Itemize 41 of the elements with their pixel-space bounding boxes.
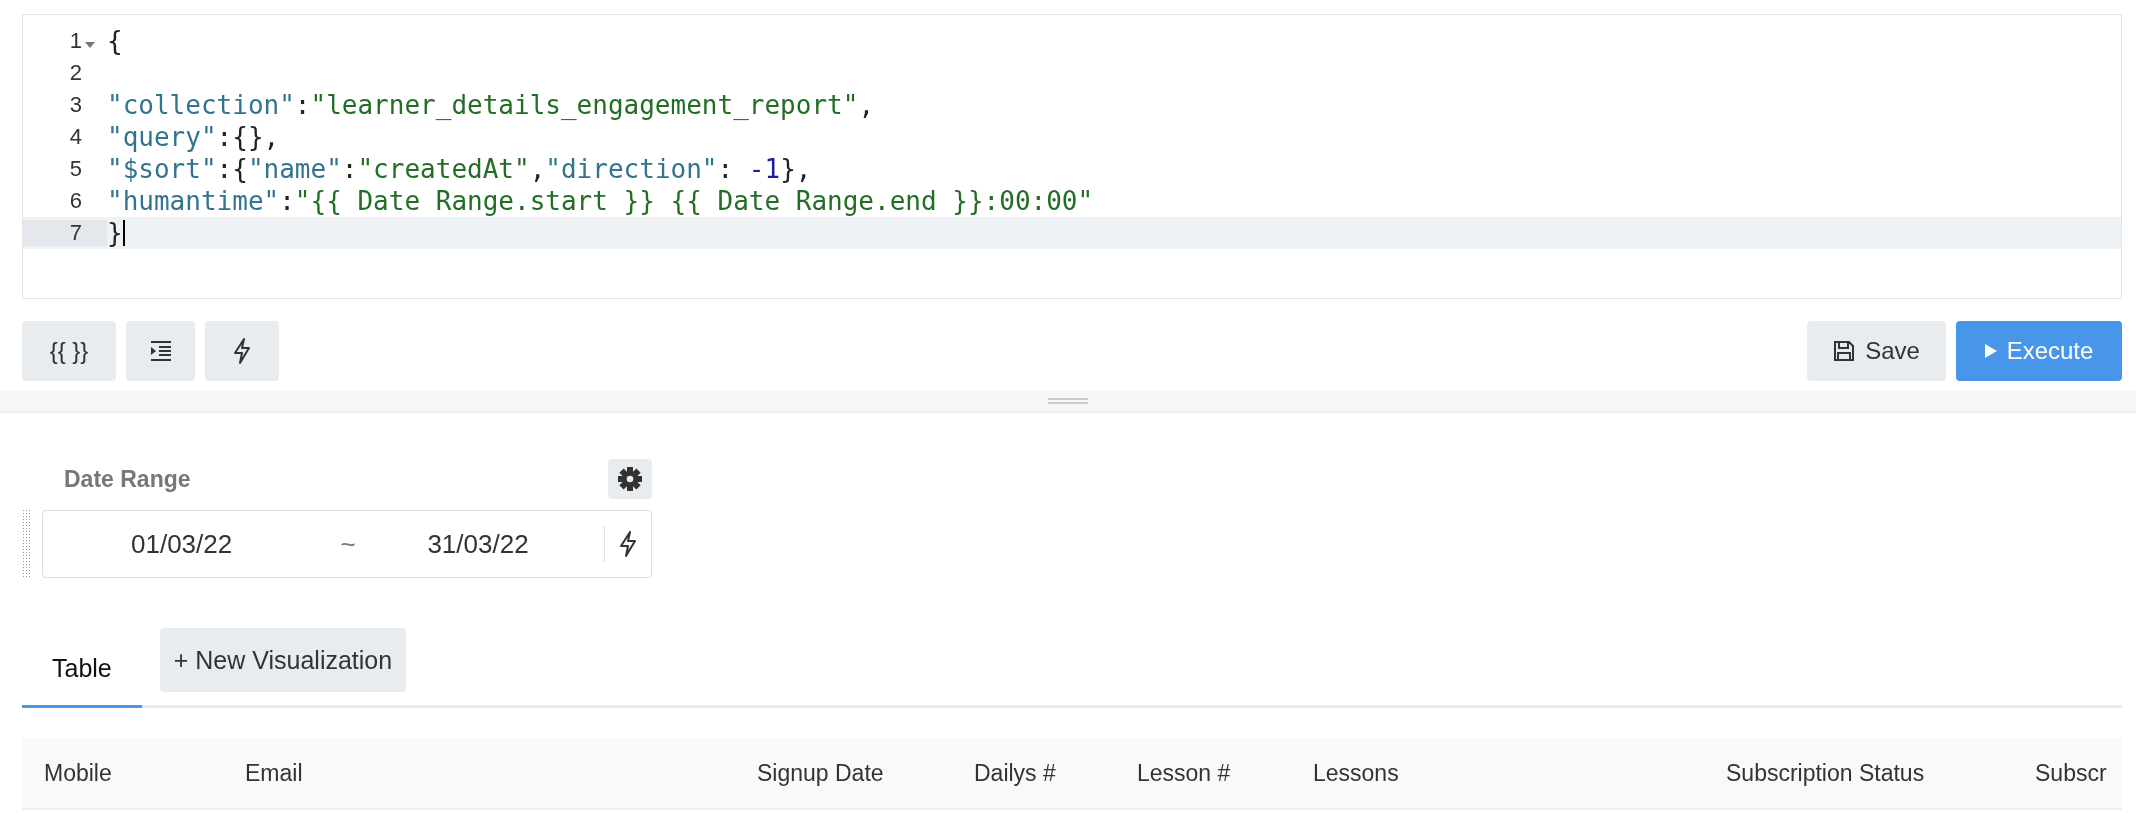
column-header: Signup Date bbox=[756, 759, 885, 787]
line-number: 2 bbox=[68, 60, 82, 86]
resize-handle-icon[interactable] bbox=[1048, 398, 1088, 404]
code-line: "$sort":{"name":"createdAt","direction": -1}, bbox=[107, 154, 812, 184]
fold-caret-icon[interactable] bbox=[85, 42, 95, 48]
lightning-icon bbox=[233, 338, 251, 364]
line-number: 3 bbox=[68, 92, 82, 118]
column-header: Dailys # bbox=[973, 759, 1057, 787]
end-date: 31/03/22 bbox=[426, 528, 530, 560]
indent-icon bbox=[148, 340, 173, 362]
parameter-label: Date Range bbox=[64, 465, 191, 493]
column-header: Mobile bbox=[43, 759, 113, 787]
start-date: 01/03/22 bbox=[130, 528, 234, 560]
code-line: "humantime":"{{ Date Range.start }} {{ Date Range.end }}:00:00" bbox=[107, 186, 1094, 216]
line-number: 5 bbox=[68, 156, 82, 182]
format-button[interactable] bbox=[126, 321, 195, 381]
code-line: "query":{}, bbox=[107, 122, 280, 152]
new-visualization-button[interactable]: + New Visualization bbox=[159, 628, 407, 692]
code-line: } bbox=[107, 218, 123, 248]
column-header: Subscr bbox=[2034, 759, 2107, 787]
settings-icon bbox=[618, 467, 642, 491]
code-line: "collection":"learner_details_engagement_report", bbox=[107, 90, 875, 120]
code-line: { bbox=[107, 26, 123, 56]
save-button[interactable]: Save bbox=[1807, 321, 1946, 381]
text-cursor bbox=[122, 220, 125, 246]
autocomplete-button[interactable] bbox=[205, 321, 279, 381]
line-number: 1 bbox=[68, 28, 82, 54]
tab[interactable]: Table bbox=[22, 631, 142, 708]
column-header: Email bbox=[244, 759, 304, 787]
line-number: 7 bbox=[68, 220, 82, 246]
play-icon bbox=[1984, 344, 1997, 358]
range-separator: ~ bbox=[339, 528, 357, 560]
settings-button[interactable] bbox=[608, 459, 652, 499]
line-number: 6 bbox=[68, 188, 82, 214]
column-header: Lessons bbox=[1312, 759, 1400, 787]
column-header: Subscription Status bbox=[1725, 759, 1926, 787]
lightning-icon bbox=[619, 531, 637, 557]
column-header: Lesson # bbox=[1136, 759, 1232, 787]
template-button[interactable]: {{ }} bbox=[22, 321, 116, 381]
date-range-field[interactable]: 01/03/22 ~ 31/03/22 bbox=[42, 510, 652, 578]
line-number: 4 bbox=[68, 124, 82, 150]
